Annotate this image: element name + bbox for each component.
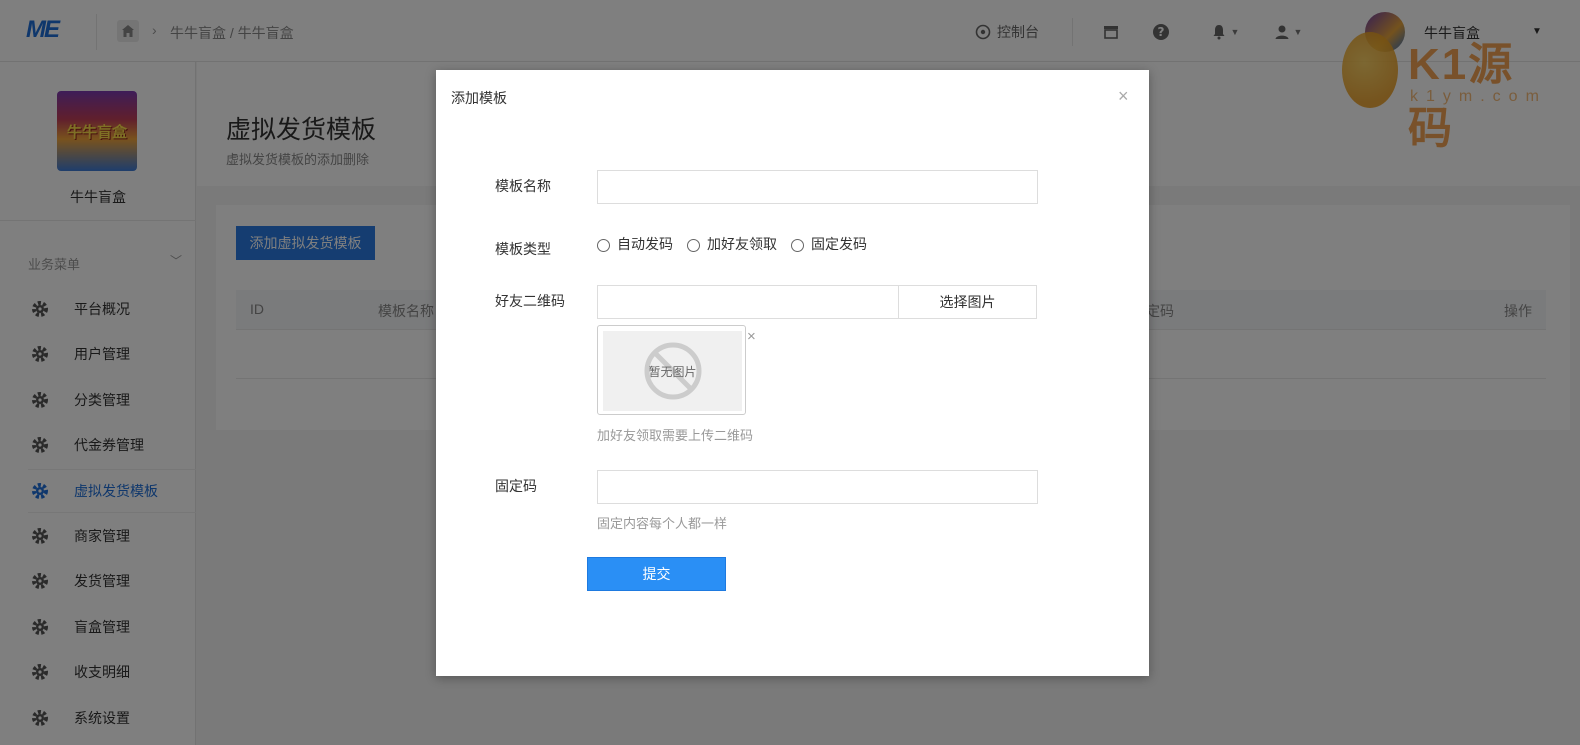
template-type-label: 模板类型 <box>495 241 551 257</box>
no-image-placeholder: 暂无图片 <box>603 331 742 411</box>
template-name-input[interactable] <box>597 170 1038 204</box>
radio-add-friend[interactable] <box>687 238 700 252</box>
remove-image-icon[interactable]: × <box>747 328 756 345</box>
template-name-label: 模板名称 <box>495 178 551 194</box>
radio-label[interactable]: 加好友领取 <box>707 234 777 254</box>
submit-button[interactable]: 提交 <box>587 557 726 591</box>
radio-auto-code[interactable] <box>597 238 610 252</box>
fixed-code-label: 固定码 <box>495 478 537 494</box>
friend-qrcode-label: 好友二维码 <box>495 293 565 309</box>
template-type-radio-group: 自动发码 加好友领取 固定发码 <box>597 234 881 254</box>
no-image-text: 暂无图片 <box>648 365 697 379</box>
qrcode-help-text: 加好友领取需要上传二维码 <box>597 428 754 443</box>
choose-image-button[interactable]: 选择图片 <box>898 285 1037 319</box>
radio-label[interactable]: 自动发码 <box>617 234 673 254</box>
close-icon[interactable]: × <box>1118 86 1129 107</box>
add-template-modal: 添加模板 × 模板名称 模板类型 自动发码 加好友领取 固定发码 好友二维码 选… <box>436 70 1149 676</box>
radio-label[interactable]: 固定发码 <box>811 234 867 254</box>
qrcode-file-input[interactable] <box>597 285 899 319</box>
modal-title: 添加模板 <box>451 90 507 106</box>
radio-fixed-code[interactable] <box>791 238 804 252</box>
image-preview: 暂无图片 <box>597 325 746 415</box>
fixed-code-input[interactable] <box>597 470 1038 504</box>
fixed-code-help-text: 固定内容每个人都一样 <box>597 516 728 531</box>
